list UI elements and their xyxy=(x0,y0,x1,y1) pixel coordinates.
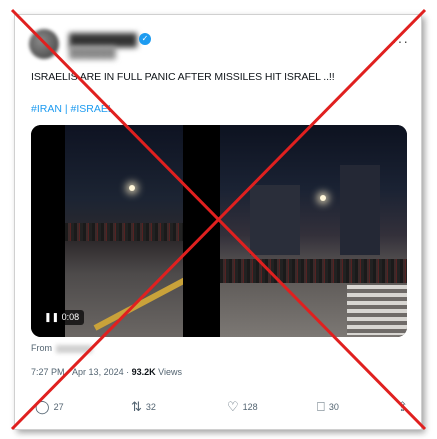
street-lamp xyxy=(320,195,326,201)
tweet-card: ████████ ✓ ██████ ··· ISRAELIS ARE IN FU… xyxy=(14,14,422,430)
like-button[interactable]: ♡ 128 xyxy=(227,399,258,415)
tweet-text: ISRAELIS ARE IN FULL PANIC AFTER MISSILE… xyxy=(31,71,335,83)
bookmark-count: 30 xyxy=(328,402,339,412)
video-left-frame[interactable]: ❚❚ 0:08 xyxy=(31,125,218,337)
tweet-date[interactable]: Apr 13, 2024 xyxy=(72,367,124,377)
video-media[interactable]: ❚❚ 0:08 xyxy=(31,125,407,337)
from-source-blurred xyxy=(56,344,92,353)
action-bar: ◯ 27 ⇅ 32 ♡ 128 ⎕ 30 ⇪ xyxy=(31,399,411,419)
crowd xyxy=(65,223,183,241)
video-time: 0:08 xyxy=(61,312,80,322)
crosswalk xyxy=(347,285,407,335)
bookmark-icon: ⎕ xyxy=(317,399,325,414)
night-street-scene xyxy=(65,125,183,337)
street-lamp xyxy=(129,185,135,191)
avatar[interactable] xyxy=(29,29,59,59)
tweet-meta: 7:27 PM · Apr 13, 2024 · 93.2K Views xyxy=(31,367,182,377)
more-icon[interactable]: ··· xyxy=(392,33,409,49)
repost-button[interactable]: ⇅ 32 xyxy=(131,399,156,415)
reply-button[interactable]: ◯ 27 xyxy=(35,399,64,415)
like-icon: ♡ xyxy=(227,399,239,414)
views-label: Views xyxy=(158,367,182,377)
verified-icon: ✓ xyxy=(139,33,151,45)
repost-icon: ⇅ xyxy=(131,399,142,414)
hashtag-links[interactable]: #IRAN | #ISRAEL xyxy=(31,103,114,115)
repost-count: 32 xyxy=(145,402,156,412)
reply-icon: ◯ xyxy=(35,399,50,414)
handle-blurred[interactable]: ██████ xyxy=(69,47,116,59)
username-blurred[interactable]: ████████ xyxy=(69,33,137,47)
share-icon: ⇪ xyxy=(397,399,408,414)
video-right-frame[interactable] xyxy=(220,125,407,337)
building xyxy=(340,165,380,255)
share-button[interactable]: ⇪ xyxy=(397,399,408,415)
tweet-time[interactable]: 7:27 PM xyxy=(31,367,65,377)
bookmark-button[interactable]: ⎕ 30 xyxy=(317,399,339,415)
from-label: From xyxy=(31,343,52,353)
pause-icon[interactable]: ❚❚ xyxy=(44,312,59,322)
tweet-header: ████████ ✓ ██████ ··· xyxy=(29,27,409,67)
like-count: 128 xyxy=(242,402,258,412)
road-marking xyxy=(93,269,183,331)
video-timer[interactable]: ❚❚ 0:08 xyxy=(39,310,85,325)
reply-count: 27 xyxy=(53,402,64,412)
views-count: 93.2K xyxy=(131,367,156,377)
building xyxy=(250,185,300,255)
crowd xyxy=(220,259,407,283)
from-row: From xyxy=(31,343,92,353)
